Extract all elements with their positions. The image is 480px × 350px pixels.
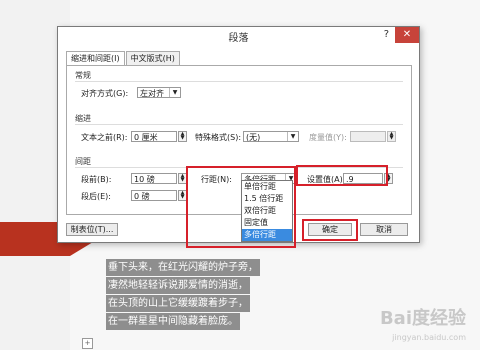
spacing-before-input[interactable]: 10 磅 — [131, 173, 177, 184]
special-value: (无) — [246, 133, 261, 142]
spacing-before-label: 段前(B): — [81, 175, 112, 184]
spacing-after-label: 段后(E): — [81, 192, 111, 201]
dialog-title: 段落 — [228, 33, 249, 44]
highlight-frame-ok — [302, 219, 358, 241]
special-label: 特殊格式(S): — [195, 133, 242, 142]
help-button[interactable]: ? — [384, 29, 389, 40]
before-text-input[interactable]: 0 厘米 — [131, 131, 177, 142]
paste-options-icon[interactable]: + — [82, 338, 93, 349]
dialog-titlebar[interactable]: 段落 ? ✕ — [58, 27, 419, 45]
watermark-logo: Bai度经验 — [379, 308, 466, 329]
cancel-button[interactable]: 取消 — [360, 223, 408, 236]
close-button[interactable]: ✕ — [395, 27, 419, 43]
by-input — [350, 131, 386, 142]
by-spinner: ▲ ▼ — [387, 131, 396, 142]
by-label: 度量值(Y): — [309, 133, 347, 142]
special-select[interactable]: (无) ▼ — [243, 131, 299, 142]
alignment-label: 对齐方式(G): — [81, 89, 129, 98]
spacing-after-input[interactable]: 0 磅 — [131, 190, 177, 201]
chevron-down-icon: ▼ — [287, 132, 298, 141]
dialog-tabs: 缩进和间距(I) 中文版式(H) — [66, 51, 181, 67]
tab-chinese-typography[interactable]: 中文版式(H) — [125, 51, 180, 66]
document-line: 在头顶的山上它缓缓踱着步子， — [106, 295, 250, 312]
before-text-label: 文本之前(R): — [81, 133, 128, 142]
alignment-value: 左对齐 — [140, 89, 164, 98]
alignment-select[interactable]: 左对齐 ▼ — [137, 87, 181, 98]
section-spacing: 间距 — [75, 157, 91, 166]
section-general: 常规 — [75, 71, 91, 80]
document-line: 垂下头来，在红光闪耀的炉子旁， — [106, 259, 260, 276]
highlight-frame-line-spacing — [186, 166, 296, 248]
chevron-down-icon: ▼ — [169, 88, 180, 97]
before-text-spinner[interactable]: ▲ ▼ — [178, 131, 187, 142]
divider — [75, 124, 403, 125]
section-indent: 缩进 — [75, 114, 91, 123]
document-line: 凄然地轻轻诉说那爱情的消逝， — [106, 277, 250, 294]
tabs-button[interactable]: 制表位(T)... — [66, 223, 118, 236]
watermark-url: jingyan.baidu.com — [392, 333, 466, 342]
document-line: 在一群星星中间隐藏着脸庞。 — [106, 313, 240, 330]
divider — [75, 81, 403, 82]
document-text-block[interactable]: 垂下头来，在红光闪耀的炉子旁， 凄然地轻轻诉说那爱情的消逝， 在头顶的山上它缓缓… — [106, 259, 286, 331]
highlight-frame-set-at — [296, 165, 388, 186]
